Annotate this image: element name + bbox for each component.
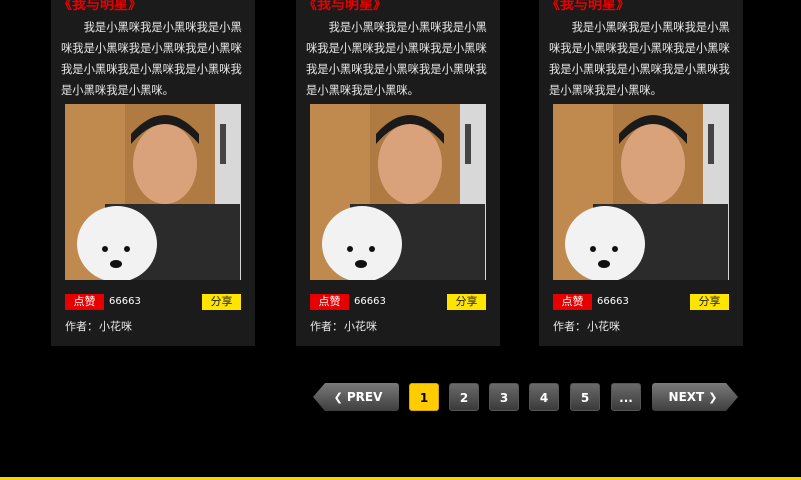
- author-label: 作者：: [65, 320, 98, 333]
- author-name: 小花咪: [99, 320, 132, 333]
- chevron-left-icon: ❮: [333, 391, 343, 404]
- star-photo[interactable]: [310, 104, 486, 280]
- pagination: ❮ PREV 1 2 3 4 5 ... NEXT ❯: [0, 383, 801, 413]
- author-label: 作者：: [553, 320, 586, 333]
- like-button[interactable]: 点赞: [310, 294, 349, 310]
- like-button[interactable]: 点赞: [65, 294, 104, 310]
- like-count: 66663: [354, 296, 386, 307]
- author-line: 作者：小花咪: [65, 319, 132, 335]
- page-button-3[interactable]: 3: [489, 383, 519, 411]
- prev-page-button[interactable]: ❮ PREV: [313, 383, 399, 411]
- like-button[interactable]: 点赞: [553, 294, 592, 310]
- article-card: 《我与明星》 我是小黑咪我是小黑咪我是小黑咪我是小黑咪我是小黑咪我是小黑咪我是小…: [51, 0, 255, 346]
- card-title[interactable]: 《我与明星》: [303, 0, 387, 14]
- page-button-4[interactable]: 4: [529, 383, 559, 411]
- author-name: 小花咪: [344, 320, 377, 333]
- card-description: 我是小黑咪我是小黑咪我是小黑咪我是小黑咪我是小黑咪我是小黑咪我是小黑咪我是小黑咪…: [61, 21, 242, 97]
- next-page-button[interactable]: NEXT ❯: [652, 383, 738, 411]
- page-button-1[interactable]: 1: [409, 383, 439, 411]
- article-card: 《我与明星》 我是小黑咪我是小黑咪我是小黑咪我是小黑咪我是小黑咪我是小黑咪我是小…: [296, 0, 500, 346]
- author-name: 小花咪: [587, 320, 620, 333]
- card-description: 我是小黑咪我是小黑咪我是小黑咪我是小黑咪我是小黑咪我是小黑咪我是小黑咪我是小黑咪…: [306, 21, 487, 97]
- share-button[interactable]: 分享: [202, 294, 241, 310]
- page-ellipsis[interactable]: ...: [611, 383, 641, 411]
- like-count: 66663: [109, 296, 141, 307]
- card-description: 我是小黑咪我是小黑咪我是小黑咪我是小黑咪我是小黑咪我是小黑咪我是小黑咪我是小黑咪…: [549, 21, 730, 97]
- next-label: NEXT: [668, 390, 705, 404]
- share-button[interactable]: 分享: [447, 294, 486, 310]
- chevron-right-icon: ❯: [708, 391, 718, 404]
- star-photo[interactable]: [65, 104, 241, 280]
- star-photo[interactable]: [553, 104, 729, 280]
- card-title[interactable]: 《我与明星》: [546, 0, 630, 14]
- author-line: 作者：小花咪: [553, 319, 620, 335]
- card-title[interactable]: 《我与明星》: [58, 0, 142, 14]
- page-button-5[interactable]: 5: [570, 383, 600, 411]
- article-card: 《我与明星》 我是小黑咪我是小黑咪我是小黑咪我是小黑咪我是小黑咪我是小黑咪我是小…: [539, 0, 743, 346]
- page-button-2[interactable]: 2: [449, 383, 479, 411]
- prev-label: PREV: [346, 390, 383, 404]
- author-line: 作者：小花咪: [310, 319, 377, 335]
- share-button[interactable]: 分享: [690, 294, 729, 310]
- author-label: 作者：: [310, 320, 343, 333]
- like-count: 66663: [597, 296, 629, 307]
